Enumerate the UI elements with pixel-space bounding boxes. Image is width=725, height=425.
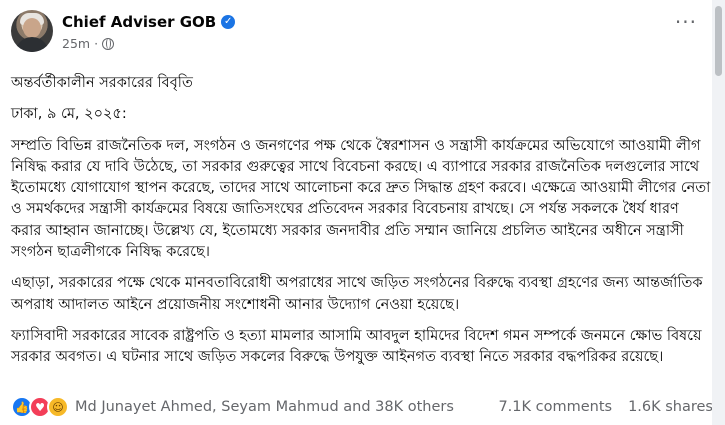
facebook-post: Chief Adviser GOB ✓ 25m · ··· অন্তর্বর্ত…	[0, 0, 713, 425]
page-avatar[interactable]	[11, 10, 53, 52]
post-paragraph: ফ্যাসিবাদী সরকারের সাবেক রাষ্ট্রপতি ও হত…	[11, 327, 702, 366]
scrollbar-thumb[interactable]	[715, 6, 722, 76]
page-scrollbar[interactable]	[712, 0, 725, 425]
globe-icon	[102, 37, 115, 50]
post-header: Chief Adviser GOB ✓ 25m · ···	[11, 10, 701, 60]
post-footer: 👍 ♥ ☺ Md Junayet Ahmed, Seyam Mahmud and…	[11, 392, 713, 422]
post-paragraph: সম্প্রতি বিভিন্ন রাজনৈতিক দল, সংগঠন ও জন…	[11, 137, 711, 261]
post-title: অন্তর্বর্তীকালীন সরকারের বিবৃতি	[11, 75, 193, 91]
reaction-icons[interactable]: 👍 ♥ ☺	[11, 396, 69, 418]
comments-count-link[interactable]: 7.1K comments	[498, 399, 612, 415]
haha-icon: ☺	[47, 396, 69, 418]
post-dateline: ঢাকা, ৯ মে, ২০২৫:	[11, 106, 127, 123]
post-paragraph: এছাড়া, সরকারের পক্ষে থেকে মানবতাবিরোধী …	[11, 275, 703, 313]
shares-count-link[interactable]: 1.6K shares	[628, 399, 713, 415]
verified-badge-icon: ✓	[221, 15, 236, 29]
more-options-button[interactable]: ···	[675, 12, 697, 32]
post-timestamp[interactable]: 25m	[62, 36, 90, 51]
name-row: Chief Adviser GOB ✓	[62, 13, 236, 31]
post-stats: 7.1K comments 1.6K shares	[498, 399, 713, 415]
post-meta: 25m ·	[62, 36, 115, 51]
meta-separator: ·	[94, 36, 99, 51]
page-name-link[interactable]: Chief Adviser GOB	[62, 13, 216, 31]
post-content: অন্তর্বর্তীকালীন সরকারের বিবৃতি ঢাকা, ৯ …	[11, 73, 711, 379]
reaction-names-link[interactable]: Md Junayet Ahmed, Seyam Mahmud and 38K o…	[75, 399, 498, 415]
